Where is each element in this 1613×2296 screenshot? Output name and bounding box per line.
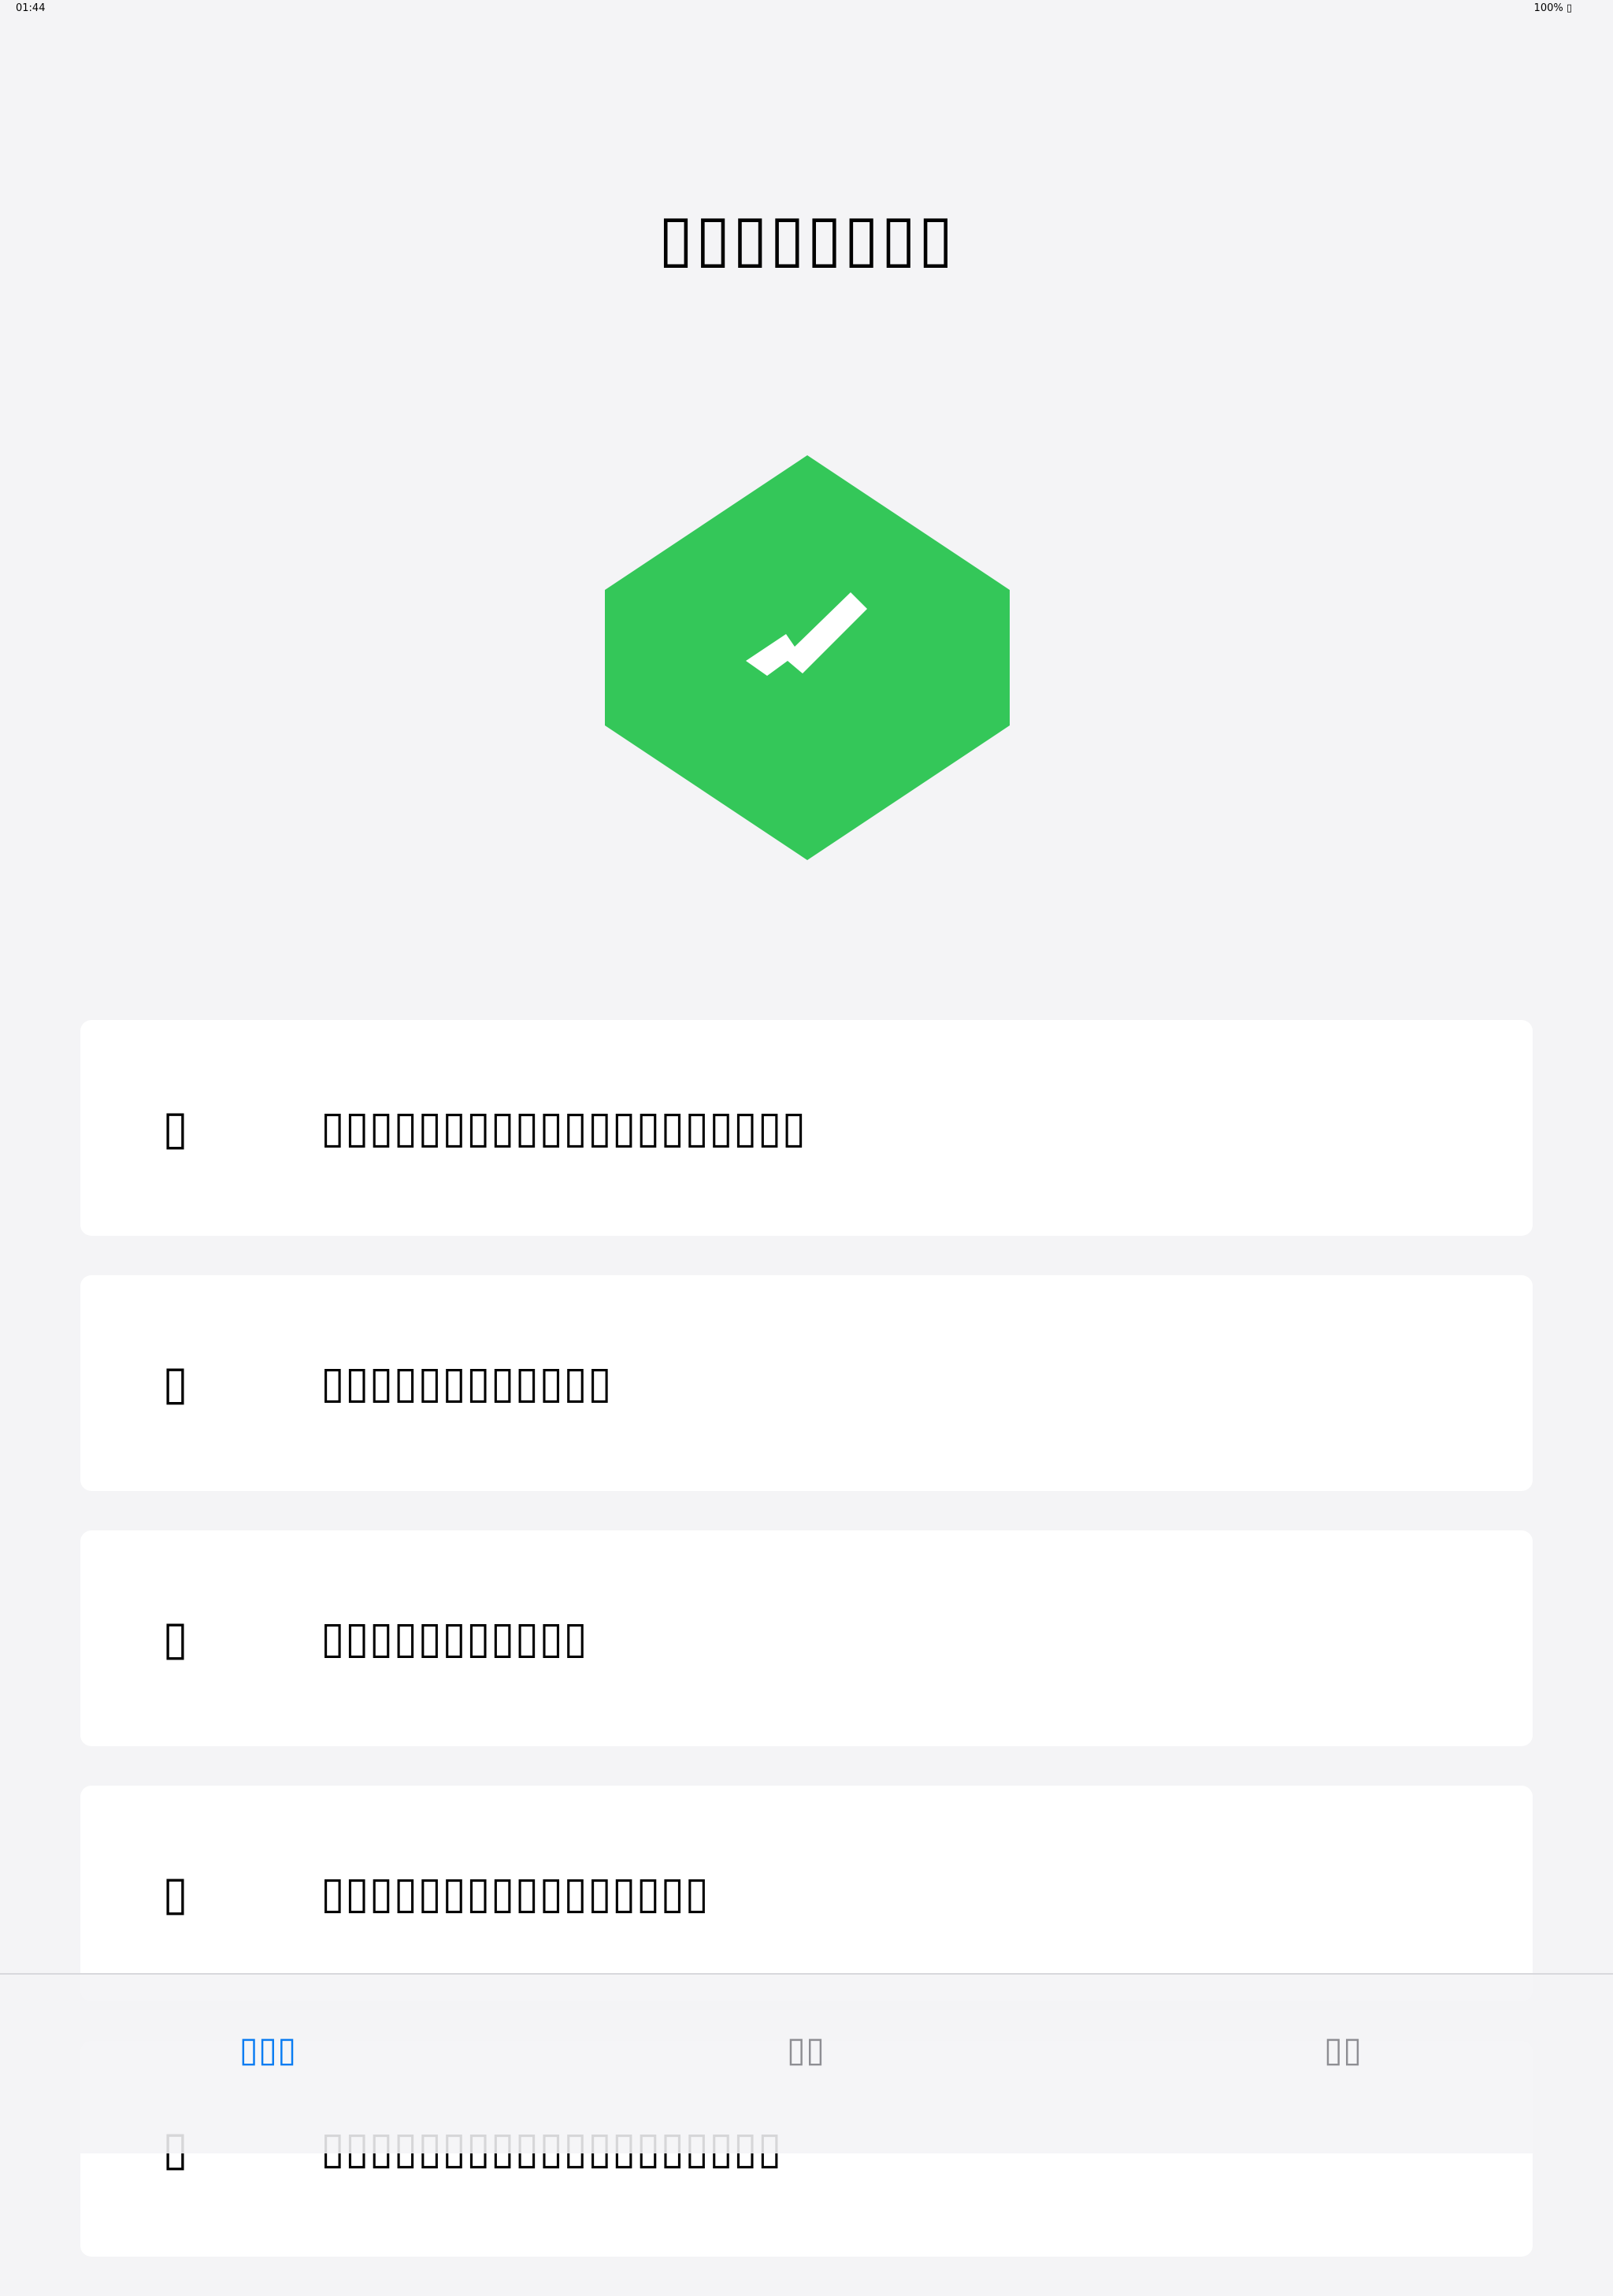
card-text: ▯▯▯▯▯▯▯▯▯▯▯ bbox=[321, 1612, 588, 1664]
card-icon: ▯ bbox=[162, 1100, 189, 1155]
tab-bar: ▯▯▯ ▯▯ ▯▯ bbox=[0, 1973, 1613, 2153]
tab-item-3[interactable]: ▯▯ bbox=[1185, 2030, 1500, 2070]
status-time: 01:44 bbox=[16, 2, 46, 14]
page-title: ▯▯▯▯▯▯▯▯ bbox=[658, 201, 955, 276]
card-text: ▯▯▯▯▯▯▯▯▯▯▯▯ bbox=[321, 1357, 612, 1408]
card-icon: ▯ bbox=[162, 1356, 189, 1411]
card-item[interactable]: ▯ ▯▯▯▯▯▯▯▯▯▯▯▯ bbox=[80, 1275, 1533, 1491]
card-icon: ▯ bbox=[162, 1866, 189, 1921]
card-icon: ▯ bbox=[162, 1611, 189, 1666]
card-text: ▯▯▯▯▯▯▯▯▯▯▯▯▯▯▯▯▯▯▯▯ bbox=[321, 1102, 806, 1153]
card-item[interactable]: ▯ ▯▯▯▯▯▯▯▯▯▯▯▯▯▯▯▯▯▯▯▯ bbox=[80, 1020, 1533, 1236]
status-bar: 01:44 100% ▯ bbox=[0, 0, 1613, 17]
battery-status: 100% ▯ bbox=[1533, 2, 1572, 14]
checkmark-hexagon-icon bbox=[605, 455, 1010, 860]
card-text: ▯▯▯▯▯▯▯▯▯▯▯▯▯▯▯▯ bbox=[321, 1868, 710, 1919]
tab-item-2[interactable]: ▯▯ bbox=[648, 2030, 963, 2070]
tab-item-1[interactable]: ▯▯▯ bbox=[110, 2030, 425, 2070]
card-item[interactable]: ▯ ▯▯▯▯▯▯▯▯▯▯▯▯▯▯▯▯ bbox=[80, 1786, 1533, 2001]
card-item[interactable]: ▯ ▯▯▯▯▯▯▯▯▯▯▯ bbox=[80, 1530, 1533, 1746]
